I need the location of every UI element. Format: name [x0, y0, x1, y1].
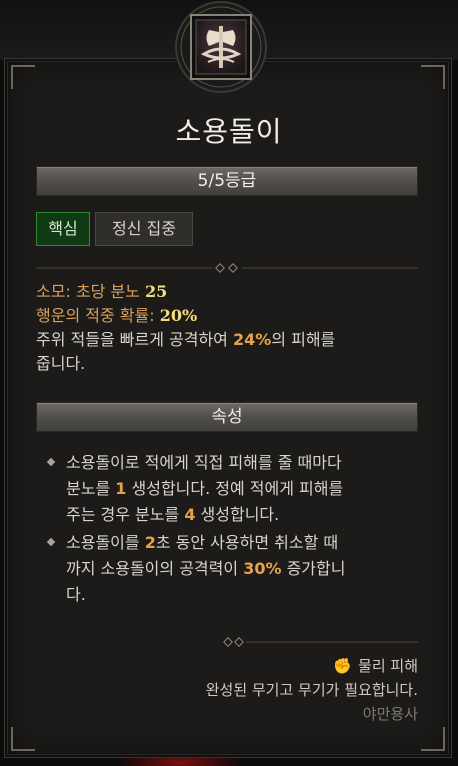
corner-ornament [421, 65, 445, 89]
attribute-text: 증가합니 [286, 559, 346, 578]
attribute-text: 분노를 [66, 479, 111, 498]
bullet-diamond-icon [46, 537, 56, 547]
attribute-text: 다. [66, 585, 86, 604]
attribute-text: 까지 소용돌이의 공격력이 [66, 559, 239, 578]
cost-line: 소모: 초당 분노 25 [36, 280, 421, 304]
description-line: 줍니다. [36, 352, 421, 376]
skill-rank: 5/5등급 [36, 166, 418, 196]
attribute-text: 생성합니다. 정예 적에게 피해를 [131, 479, 344, 498]
tag-focus: 정신 집중 [95, 212, 193, 246]
whirlwind-skill-icon [174, 0, 268, 94]
attribute-text: 초 동안 사용하면 취소할 때 [155, 533, 339, 552]
skill-stats: 소모: 초당 분노 25 행운의 적중 확률: 20% 주위 적들을 빠르게 공… [36, 280, 421, 376]
cost-value: 25 [145, 282, 168, 301]
fury-value: 1 [115, 479, 127, 498]
damage-type-line: ✊ 물리 피해 [206, 654, 418, 678]
cost-label: 소모: [36, 282, 71, 301]
bullet-diamond-icon [46, 457, 56, 467]
attribute-text: 주는 경우 분노를 [66, 505, 180, 524]
description-text: 줍니다. [36, 354, 86, 373]
weapon-requirement: 완성된 무기고 무기가 필요합니다. [205, 681, 418, 699]
cost-text: 초당 분노 [75, 282, 140, 301]
description-text: 주위 적들을 빠르게 공격하여 [36, 330, 228, 349]
skill-name: 소용돌이 [175, 115, 283, 148]
fist-icon: ✊ [333, 657, 353, 675]
attribute-item: 소용돌이로 적에게 직접 피해를 줄 때마다 분노를 1 생성합니다. 정예 적… [46, 450, 418, 528]
corner-ornament [11, 727, 35, 751]
corner-ornament [11, 65, 35, 89]
description-line: 주위 적들을 빠르게 공격하여 24%의 피해를 [36, 328, 421, 352]
section-divider [36, 258, 418, 273]
fury-value: 4 [184, 505, 196, 524]
seconds-value: 2 [144, 533, 156, 552]
lucky-hit-line: 행운의 적중 확률: 20% [36, 304, 421, 328]
corner-ornament [421, 727, 445, 751]
damage-value: 24% [233, 330, 272, 349]
lucky-hit-label: 행운의 적중 확률: [36, 306, 155, 325]
skill-footer: ✊ 물리 피해 완성된 무기고 무기가 필요합니다. 야만용사 [206, 654, 418, 726]
lucky-hit-value: 20% [159, 306, 198, 325]
attributes-header: 속성 [36, 402, 418, 432]
attribute-text: 소용돌이를 [66, 533, 140, 552]
class-name: 야만용사 [362, 705, 418, 723]
attribute-text: 생성합니다. [200, 505, 280, 524]
description-text: 의 피해를 [271, 330, 336, 349]
section-divider [36, 632, 418, 647]
attribute-item: 소용돌이를 2초 동안 사용하면 취소할 때 까지 소용돌이의 공격력이 30%… [46, 530, 418, 608]
tag-core: 핵심 [36, 212, 90, 246]
attribute-list: 소용돌이로 적에게 직접 피해를 줄 때마다 분노를 1 생성합니다. 정예 적… [46, 450, 418, 610]
attribute-text: 소용돌이로 적에게 직접 피해를 줄 때마다 [66, 453, 342, 472]
bonus-value: 30% [243, 559, 282, 578]
damage-type: 물리 피해 [358, 657, 418, 675]
